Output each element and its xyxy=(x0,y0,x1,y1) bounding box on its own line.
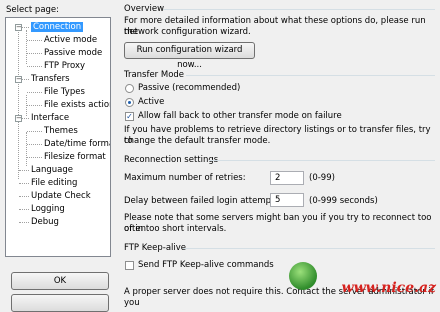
select-page-label: Select page: xyxy=(6,5,60,15)
tree-item-ftp-proxy[interactable]: FTP Proxy xyxy=(44,60,85,73)
tree-item-label: Themes xyxy=(44,126,78,136)
retries-label: Maximum number of retries: xyxy=(124,173,246,183)
retries-input[interactable]: 2 xyxy=(270,171,304,185)
tree-item-label: Transfers xyxy=(31,74,70,84)
tree-connector xyxy=(19,196,29,197)
connection-settings-panel: Overview For more detailed information a… xyxy=(119,0,440,308)
passive-radio[interactable] xyxy=(125,84,134,93)
collapse-icon[interactable]: − xyxy=(15,24,22,31)
tree-item-debug[interactable]: Debug xyxy=(31,216,59,229)
watermark-logo-icon xyxy=(289,262,317,290)
tree-item-file-types[interactable]: File Types xyxy=(44,86,85,99)
tree-connector xyxy=(27,92,42,93)
active-radio-label[interactable]: Active xyxy=(138,97,164,107)
tree-item-label: Active mode xyxy=(44,35,98,45)
delay-range: (0-999 seconds) xyxy=(309,196,378,206)
reconnection-heading: Reconnection settings xyxy=(124,155,219,165)
tree-item-file-exists-action[interactable]: File exists action xyxy=(44,99,111,112)
fallback-checkbox[interactable]: ✓ xyxy=(125,112,134,121)
tree-connector xyxy=(27,66,42,67)
tree-item-label: Connection xyxy=(31,22,84,32)
overview-text-line2: network configuration wizard. xyxy=(124,27,251,37)
tree-item-label: Language xyxy=(31,165,73,175)
retries-range: (0-99) xyxy=(309,173,335,183)
tree-connector xyxy=(27,157,42,158)
tree-item-label: Date/time format xyxy=(44,139,111,149)
tree-connector xyxy=(27,105,42,106)
tree-item-connection[interactable]: Connection xyxy=(31,21,84,34)
tree-item-label: Passive mode xyxy=(44,48,103,58)
tree-item-active-mode[interactable]: Active mode xyxy=(44,34,97,47)
reconnect-note-line2: or in too short intervals. xyxy=(124,224,227,234)
collapse-icon[interactable]: − xyxy=(15,115,22,122)
section-divider xyxy=(186,75,435,76)
fallback-checkbox-label[interactable]: Allow fall back to other transfer mode o… xyxy=(138,111,342,121)
run-wizard-button[interactable]: Run configuration wizard now... xyxy=(124,42,255,70)
delay-label: Delay between failed login attempts: xyxy=(124,196,282,206)
tree-item-themes[interactable]: Themes xyxy=(44,125,78,138)
tree-connector xyxy=(27,40,42,41)
passive-radio-label[interactable]: Passive (recommended) xyxy=(138,83,240,93)
tree-item-label: Update Check xyxy=(31,191,91,201)
tree-item-file-editing[interactable]: File editing xyxy=(31,177,77,190)
transfer-note-line2: change the default transfer mode. xyxy=(124,136,271,146)
section-divider xyxy=(183,248,435,249)
tree-item-label: Debug xyxy=(31,217,59,227)
tree-item-interface[interactable]: Interface xyxy=(31,112,69,125)
tree-branch-guide xyxy=(26,30,27,64)
ok-button[interactable]: OK xyxy=(11,272,109,290)
transfer-mode-heading: Transfer Mode xyxy=(124,70,185,80)
collapse-icon[interactable]: − xyxy=(15,76,22,83)
tree-item-date-time-format[interactable]: Date/time format xyxy=(44,138,111,151)
delay-input[interactable]: 5 xyxy=(270,193,304,207)
overview-heading: Overview xyxy=(124,4,165,14)
section-divider xyxy=(209,160,435,161)
tree-root-guide xyxy=(18,32,19,179)
keepalive-checkbox[interactable] xyxy=(125,261,134,270)
tree-branch-guide xyxy=(26,132,27,166)
tree-connector xyxy=(27,53,42,54)
tree-item-label: Filesize format xyxy=(44,152,106,162)
tree-item-label: File exists action xyxy=(44,100,111,110)
tree-connector xyxy=(19,209,29,210)
tree-connector xyxy=(19,170,29,171)
tree-item-passive-mode[interactable]: Passive mode xyxy=(44,47,102,60)
tree-item-transfers[interactable]: Transfers xyxy=(31,73,70,86)
tree-item-label: File Types xyxy=(44,87,85,97)
tree-item-label: File editing xyxy=(31,178,78,188)
tree-item-update-check[interactable]: Update Check xyxy=(31,190,91,203)
tree-item-label: FTP Proxy xyxy=(44,61,86,71)
settings-tree[interactable]: Connection − Active mode Passive mode FTP Pr… xyxy=(5,17,111,257)
tree-item-language[interactable]: Language xyxy=(31,164,73,177)
keepalive-checkbox-label[interactable]: Send FTP Keep-alive commands xyxy=(138,260,274,270)
cancel-button[interactable] xyxy=(11,294,109,312)
tree-connector xyxy=(19,183,29,184)
tree-item-label: Logging xyxy=(31,204,65,214)
tree-connector xyxy=(19,222,29,223)
tree-item-logging[interactable]: Logging xyxy=(31,203,65,216)
tree-connector xyxy=(27,131,42,132)
keepalive-heading: FTP Keep-alive xyxy=(124,243,187,253)
active-radio[interactable] xyxy=(125,98,134,107)
tree-item-filesize-format[interactable]: Filesize format xyxy=(44,151,106,164)
tree-item-label: Interface xyxy=(31,113,70,123)
section-divider xyxy=(163,9,435,10)
tree-connector xyxy=(27,144,42,145)
watermark-text: www.nice.az xyxy=(341,280,436,296)
